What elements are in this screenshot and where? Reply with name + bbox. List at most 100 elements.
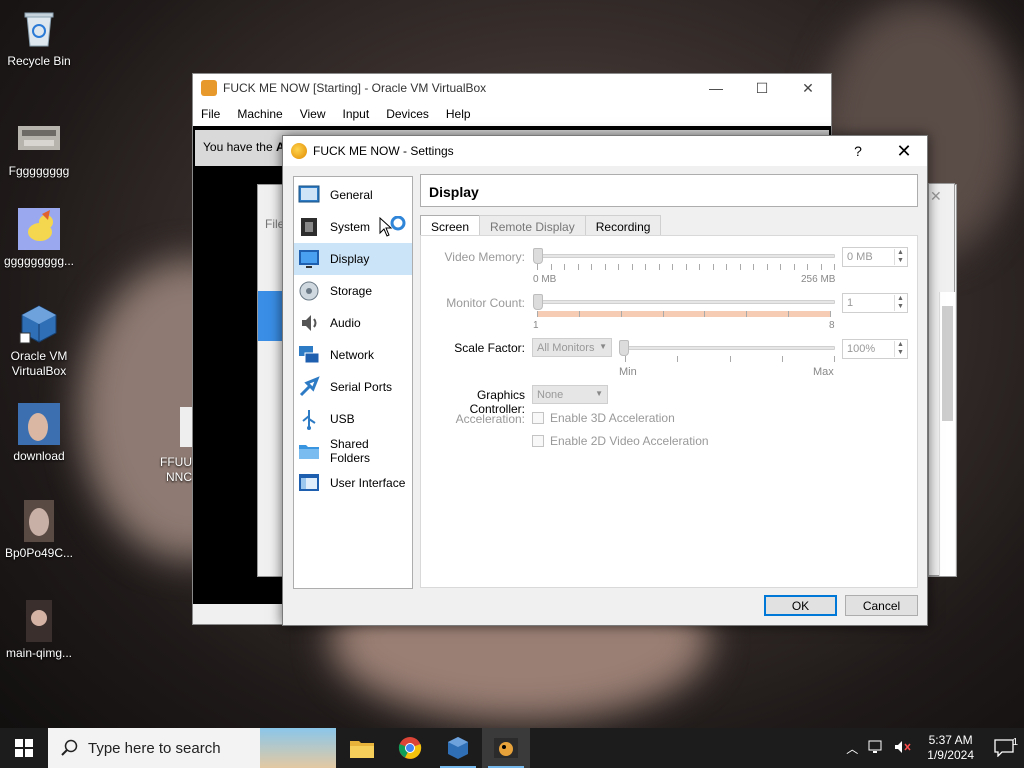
- audio-icon: [298, 312, 320, 334]
- slider-tick: [730, 356, 731, 362]
- chevron-down-icon: ▼: [595, 389, 603, 398]
- system-icon: [298, 216, 320, 238]
- tab-screen[interactable]: Screen: [420, 215, 481, 236]
- settings-titlebar[interactable]: FUCK ME NOW - Settings ? ✕: [283, 136, 927, 166]
- vm-list-selected[interactable]: [258, 291, 284, 341]
- scale-monitor-combo[interactable]: All Monitors ▼: [532, 338, 612, 357]
- slider-tick: [663, 311, 664, 317]
- desktop-icon-bp0po49c[interactable]: Bp0Po49C...: [2, 500, 76, 561]
- video-memory-slider-thumb[interactable]: [533, 248, 543, 264]
- enable-3d-checkbox[interactable]: Enable 3D Acceleration: [532, 411, 675, 425]
- scale-factor-min: Min: [619, 366, 637, 378]
- scrollbar-thumb[interactable]: [942, 306, 953, 421]
- video-memory-spinbox[interactable]: 0 MB ▲ ▼: [842, 247, 908, 267]
- desktop-icon-label-partial[interactable]: NNC: [166, 470, 192, 485]
- menu-help[interactable]: Help: [446, 107, 471, 121]
- enable-2d-checkbox[interactable]: Enable 2D Video Acceleration: [532, 434, 709, 448]
- help-button[interactable]: ?: [835, 143, 881, 159]
- slider-tick: [621, 311, 622, 317]
- slider-tick: [830, 311, 831, 317]
- monitor-count-slider-thumb[interactable]: [533, 294, 543, 310]
- sidebar-item-network[interactable]: Network: [294, 339, 412, 371]
- checkbox-box[interactable]: [532, 412, 544, 424]
- taskbar-file-explorer[interactable]: [338, 728, 386, 768]
- sidebar-item-system[interactable]: System: [294, 211, 412, 243]
- file-icon[interactable]: [180, 407, 192, 447]
- taskbar-vm-session[interactable]: [482, 728, 530, 768]
- close-button[interactable]: ✕: [881, 141, 927, 162]
- taskbar-clock[interactable]: 5:37 AM 1/9/2024: [917, 733, 984, 763]
- clock-time: 5:37 AM: [928, 733, 973, 747]
- monitor-count-label: Monitor Count:: [446, 296, 525, 310]
- enable-3d-label: Enable 3D Acceleration: [550, 411, 675, 425]
- spin-arrows-icon[interactable]: ▲ ▼: [894, 295, 906, 311]
- virtualbox-app-icon: [201, 80, 217, 96]
- desktop-icon-recycle-bin[interactable]: Recycle Bin: [2, 8, 76, 69]
- graphics-controller-combo[interactable]: None ▼: [532, 385, 608, 404]
- start-button[interactable]: [0, 728, 48, 768]
- slider-tick: [767, 264, 768, 270]
- manager-close-icon[interactable]: ✕: [930, 188, 942, 205]
- maximize-button[interactable]: ☐: [739, 80, 785, 97]
- slider-tick: [821, 264, 822, 270]
- volume-muted-icon[interactable]: [889, 740, 917, 757]
- slider-tick: [794, 264, 795, 270]
- desktop-icon-download[interactable]: download: [2, 403, 76, 464]
- slider-tick: [677, 356, 678, 362]
- ok-button[interactable]: OK: [764, 595, 837, 616]
- desktop-icon-fgggggggg[interactable]: Fgggggggg: [2, 118, 76, 179]
- scale-factor-slider[interactable]: [621, 346, 835, 350]
- manager-scrollbar[interactable]: [939, 292, 955, 576]
- tab-recording[interactable]: Recording: [584, 215, 662, 236]
- sidebar-item-serial-ports[interactable]: Serial Ports: [294, 371, 412, 403]
- desktop-icon-label-partial[interactable]: FFUU(: [160, 455, 196, 470]
- usb-icon: [298, 408, 320, 430]
- virtualbox-icon: [18, 303, 60, 345]
- menu-machine[interactable]: Machine: [237, 107, 282, 121]
- taskbar-search-box[interactable]: Type here to search: [48, 728, 336, 768]
- sidebar-item-audio[interactable]: Audio: [294, 307, 412, 339]
- menu-file[interactable]: File: [201, 107, 220, 121]
- search-placeholder: Type here to search: [88, 739, 221, 757]
- scale-factor-spinbox[interactable]: 100% ▲ ▼: [842, 339, 908, 359]
- slider-tick: [551, 264, 552, 270]
- desktop-icon-ggggggggg[interactable]: ggggggggg...: [2, 208, 76, 269]
- spin-arrows-icon[interactable]: ▲ ▼: [894, 341, 906, 357]
- sidebar-item-display[interactable]: Display: [294, 243, 412, 275]
- menu-input[interactable]: Input: [343, 107, 370, 121]
- sidebar-item-general[interactable]: General: [294, 179, 412, 211]
- sidebar-item-label: Display: [330, 252, 370, 266]
- sidebar-item-shared-folders[interactable]: Shared Folders: [294, 435, 412, 467]
- chevron-up-icon[interactable]: ︿: [841, 740, 863, 757]
- taskbar-virtualbox[interactable]: [434, 728, 482, 768]
- taskbar-chrome[interactable]: [386, 728, 434, 768]
- menu-view[interactable]: View: [300, 107, 326, 121]
- desktop-icon-label: main-qimg...: [5, 646, 73, 660]
- monitor-count-slider[interactable]: [537, 300, 835, 304]
- minimize-button[interactable]: —: [693, 80, 739, 97]
- slider-tick: [686, 264, 687, 270]
- scale-factor-slider-thumb[interactable]: [619, 340, 629, 356]
- desktop-icon-oracle-vm-virtualbox[interactable]: Oracle VM VirtualBox: [2, 303, 76, 379]
- chevron-down-icon: ▼: [599, 342, 607, 351]
- cancel-button[interactable]: Cancel: [845, 595, 918, 616]
- vm-window-titlebar[interactable]: FUCK ME NOW [Starting] - Oracle VM Virtu…: [193, 74, 831, 102]
- scale-factor-label: Scale Factor:: [454, 341, 525, 355]
- sidebar-item-label: General: [330, 188, 373, 202]
- monitor-count-spinbox[interactable]: 1 ▲ ▼: [842, 293, 908, 313]
- network-icon[interactable]: [863, 740, 889, 757]
- scale-monitor-combo-value: All Monitors: [537, 342, 595, 354]
- close-button[interactable]: ✕: [785, 80, 831, 97]
- slider-tick: [591, 264, 592, 270]
- menu-devices[interactable]: Devices: [386, 107, 429, 121]
- desktop-icon-main-qimg[interactable]: main-qimg...: [2, 600, 76, 661]
- notification-center-button[interactable]: 1: [984, 737, 1024, 757]
- video-memory-slider[interactable]: [537, 254, 835, 258]
- cursor-busy-icon: [378, 215, 406, 238]
- checkbox-box[interactable]: [532, 435, 544, 447]
- spin-arrows-icon[interactable]: ▲ ▼: [894, 249, 906, 265]
- tab-remote-display[interactable]: Remote Display: [479, 215, 586, 236]
- sidebar-item-usb[interactable]: USB: [294, 403, 412, 435]
- sidebar-item-storage[interactable]: Storage: [294, 275, 412, 307]
- sidebar-item-user-interface[interactable]: User Interface: [294, 467, 412, 499]
